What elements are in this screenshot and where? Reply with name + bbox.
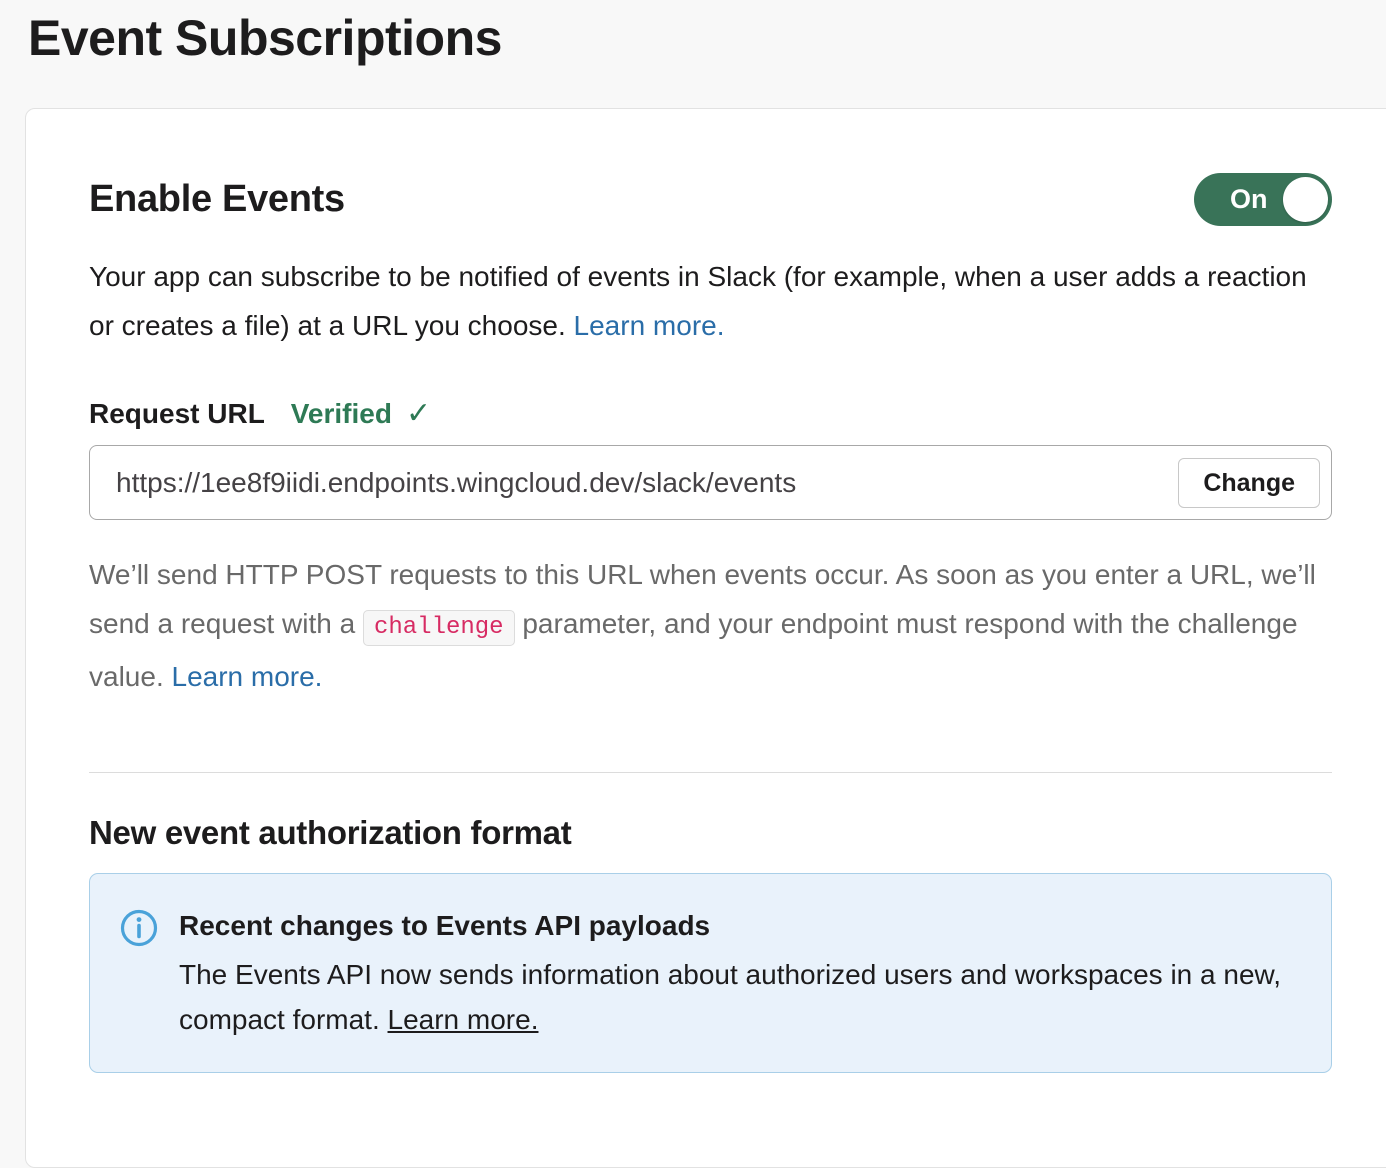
callout-body: The Events API now sends information abo… [179, 952, 1291, 1042]
request-url-label: Request URL [89, 398, 265, 430]
toggle-knob[interactable] [1283, 177, 1328, 222]
callout-body-text: The Events API now sends information abo… [179, 959, 1281, 1035]
info-icon [120, 909, 158, 952]
callout-title: Recent changes to Events API payloads [179, 907, 1291, 945]
verified-label: Verified [291, 398, 392, 430]
enable-events-heading: Enable Events [89, 178, 345, 221]
new-auth-format-heading: New event authorization format [89, 814, 1332, 852]
callout-text: Recent changes to Events API payloads Th… [179, 907, 1291, 1042]
learn-more-link[interactable]: Learn more. [574, 310, 725, 341]
request-url-hint: We’ll send HTTP POST requests to this UR… [89, 550, 1332, 701]
callout-learn-more-link[interactable]: Learn more. [388, 1004, 539, 1035]
request-url-input[interactable] [89, 445, 1332, 520]
hint-learn-more-link[interactable]: Learn more. [172, 661, 323, 692]
event-subscriptions-card: Enable Events On Your app can subscribe … [25, 108, 1386, 1168]
section-divider [89, 772, 1332, 773]
toggle-on-label: On [1194, 184, 1268, 215]
enable-events-toggle[interactable]: On [1194, 173, 1332, 226]
change-button[interactable]: Change [1178, 458, 1320, 508]
enable-events-description: Your app can subscribe to be notified of… [89, 252, 1332, 350]
request-url-label-row: Request URL Verified ✓ [89, 396, 1332, 431]
events-api-callout: Recent changes to Events API payloads Th… [89, 873, 1332, 1073]
enable-events-row: Enable Events On [89, 173, 1332, 226]
page-title: Event Subscriptions [0, 0, 1386, 72]
check-icon: ✓ [406, 396, 431, 431]
verified-status: Verified ✓ [291, 396, 431, 431]
challenge-code-chip: challenge [363, 610, 515, 646]
request-url-field-wrap: Change [89, 445, 1332, 520]
